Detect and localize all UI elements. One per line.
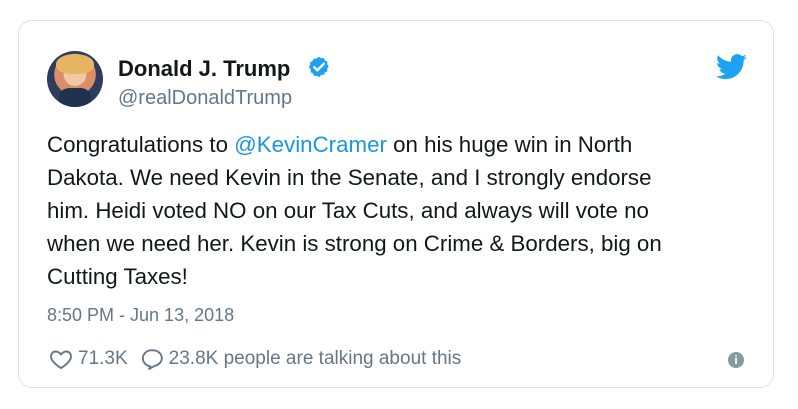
tweet-timestamp[interactable]: 8:50 PM - Jun 13, 2018: [47, 305, 234, 326]
engagement-row: 71.3K 23.8K people are talking about thi…: [49, 347, 461, 371]
like-count[interactable]: 71.3K: [78, 348, 128, 370]
twitter-bird-icon[interactable]: [716, 54, 747, 79]
info-icon[interactable]: i: [728, 352, 744, 368]
author-name[interactable]: Donald J. Trump: [118, 56, 290, 82]
author-handle[interactable]: @realDonaldTrump: [118, 87, 292, 110]
mention-link[interactable]: @KevinCramer: [234, 132, 387, 157]
heart-icon[interactable]: [49, 347, 73, 371]
tweet-text: Congratulations to @KevinCramer on his h…: [47, 128, 757, 293]
tweet-text-before: Congratulations to: [47, 132, 235, 157]
talking-count[interactable]: 23.8K people are talking about this: [169, 348, 462, 370]
author-avatar[interactable]: [47, 51, 103, 107]
verified-badge-icon: [308, 56, 329, 78]
tweet-card[interactable]: Donald J. Trump @realDonaldTrump Congrat…: [18, 20, 774, 388]
speech-bubble-icon[interactable]: [140, 347, 164, 371]
